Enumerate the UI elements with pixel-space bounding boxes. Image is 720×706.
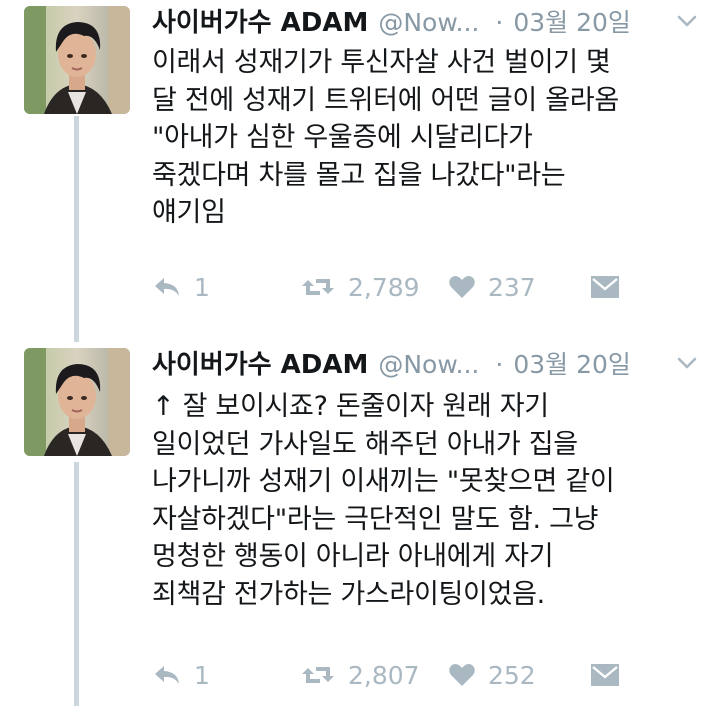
tweet-actions: 1 2,807 252 <box>152 658 672 692</box>
tweet[interactable]: 사이버가수 ADAM @Now... · 03월 20일 ↑ 잘 보이시죠? 돈… <box>0 342 720 706</box>
tweet-date[interactable]: 03월 20일 <box>513 3 631 39</box>
avatar[interactable] <box>24 6 130 114</box>
tweet[interactable]: 사이버가수 ADAM @Now... · 03월 20일 이래서 성재기가 투신… <box>0 0 720 340</box>
retweet-button[interactable]: 2,789 <box>300 270 420 304</box>
separator-dot: · <box>495 8 504 37</box>
tweet-text: ↑ 잘 보이시죠? 돈줄이자 원래 자기 일이었던 가사일도 해주던 아내가 집… <box>152 391 615 610</box>
tweet-text: 이래서 성재기가 투신자살 사건 벌이기 몇 달 전에 성재기 트위터에 어떤 … <box>152 47 619 228</box>
retweet-count: 2,807 <box>348 660 420 690</box>
tweet-date[interactable]: 03월 20일 <box>513 345 631 381</box>
heart-icon <box>449 276 475 298</box>
reply-count: 1 <box>194 660 210 690</box>
display-name[interactable]: 사이버가수 ADAM <box>152 344 368 381</box>
reply-icon <box>155 278 179 296</box>
retweet-button[interactable]: 2,807 <box>300 658 420 692</box>
user-handle[interactable]: @Now... <box>378 8 479 37</box>
tweet-header: 사이버가수 ADAM @Now... · 03월 20일 <box>152 344 631 381</box>
like-count: 252 <box>488 660 536 690</box>
direct-message-icon <box>591 276 619 298</box>
reply-icon <box>155 666 179 684</box>
user-handle[interactable]: @Now... <box>378 350 479 379</box>
reply-button[interactable]: 1 <box>152 658 210 692</box>
heart-icon <box>449 664 475 686</box>
like-count: 237 <box>488 272 536 302</box>
reply-button[interactable]: 1 <box>152 270 210 304</box>
chevron-down-icon[interactable] <box>672 6 702 36</box>
direct-message-button[interactable] <box>590 270 620 304</box>
direct-message-icon <box>591 664 619 686</box>
separator-dot: · <box>495 350 504 379</box>
display-name[interactable]: 사이버가수 ADAM <box>152 2 368 39</box>
avatar[interactable] <box>24 348 130 456</box>
tweet-header: 사이버가수 ADAM @Now... · 03월 20일 <box>152 2 631 39</box>
retweet-icon <box>302 279 334 295</box>
direct-message-button[interactable] <box>590 658 620 692</box>
reply-count: 1 <box>194 272 210 302</box>
retweet-count: 2,789 <box>348 272 420 302</box>
chevron-down-icon[interactable] <box>672 348 702 378</box>
tweet-actions: 1 2,789 237 <box>152 270 672 304</box>
like-button[interactable]: 237 <box>448 270 536 304</box>
like-button[interactable]: 252 <box>448 658 536 692</box>
retweet-icon <box>302 667 334 683</box>
